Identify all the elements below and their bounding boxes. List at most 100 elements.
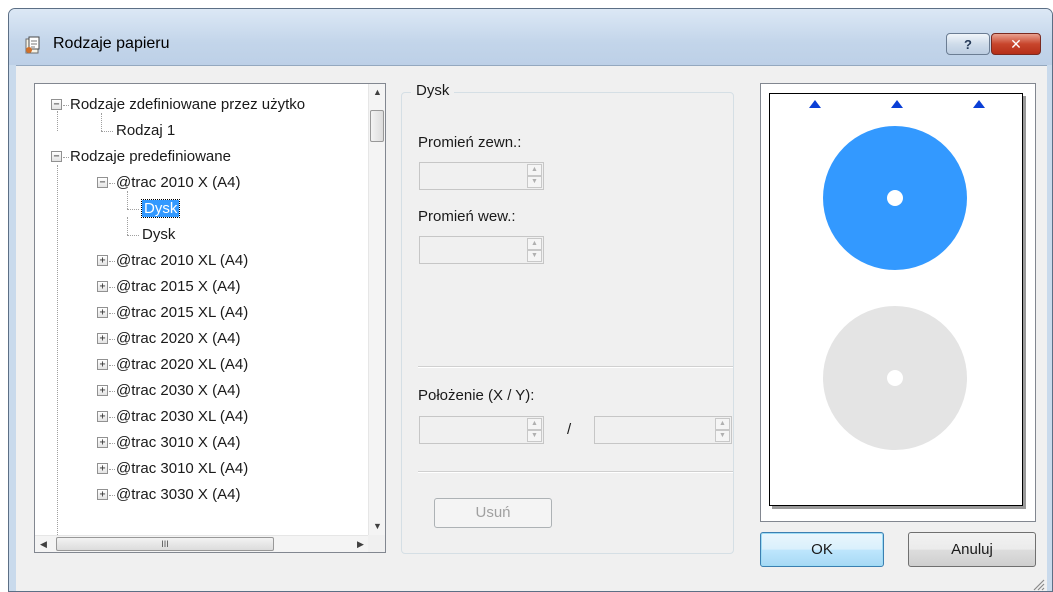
- expand-icon[interactable]: +: [97, 333, 108, 344]
- position-y-spin-buttons[interactable]: ▲ ▼: [715, 418, 730, 442]
- scrollbar-corner: [368, 535, 385, 552]
- tree-item[interactable]: Rodzaje zdefiniowane przez użytko: [70, 93, 305, 117]
- tree-item[interactable]: @trac 2020 XL (A4): [116, 353, 248, 377]
- tree-item[interactable]: @trac 3010 XL (A4): [116, 457, 248, 481]
- cancel-button[interactable]: Anuluj: [908, 532, 1036, 567]
- outer-radius-spin-buttons[interactable]: ▲ ▼: [527, 164, 542, 188]
- delete-button[interactable]: Usuń: [434, 498, 552, 528]
- tree-item[interactable]: @trac 2010 XL (A4): [116, 249, 248, 273]
- help-button[interactable]: ?: [946, 33, 990, 55]
- resize-grip-icon[interactable]: [1031, 577, 1045, 591]
- tree-connector: [127, 235, 139, 236]
- collapse-icon[interactable]: −: [51, 99, 62, 110]
- collapse-icon[interactable]: −: [97, 177, 108, 188]
- preview-drawing: [809, 100, 985, 450]
- scroll-up-icon[interactable]: ▲: [369, 84, 385, 101]
- close-button[interactable]: ✕: [991, 33, 1041, 55]
- tree-connector: [109, 469, 115, 470]
- position-y-spinner[interactable]: ▲ ▼: [594, 416, 732, 444]
- scroll-down-icon[interactable]: ▼: [369, 518, 385, 535]
- tree-item-label: @trac 2015 X (A4): [116, 278, 241, 295]
- vertical-scroll-thumb[interactable]: [370, 110, 384, 142]
- tree-connector: [63, 157, 69, 158]
- tree-vertical-scrollbar[interactable]: ▲ ▼: [368, 84, 385, 535]
- disc-inactive-hole: [887, 370, 903, 386]
- spin-down-icon[interactable]: ▼: [527, 430, 542, 442]
- tree-item-label: Rodzaj 1: [116, 122, 176, 139]
- expand-icon[interactable]: +: [97, 437, 108, 448]
- expand-icon[interactable]: +: [97, 255, 108, 266]
- inner-radius-label: Promień wew.:: [418, 208, 516, 225]
- tree-connector: [109, 417, 115, 418]
- title-bar[interactable]: Rodzaje papieru ? ✕: [9, 9, 1052, 65]
- tree-item[interactable]: @trac 2015 X (A4): [116, 275, 240, 299]
- tree-item-label: @trac 2015 XL (A4): [116, 304, 249, 321]
- tree-item-label: Rodzaje predefiniowane: [70, 148, 231, 165]
- spin-up-icon[interactable]: ▲: [527, 164, 542, 176]
- tree-item-label: @trac 2010 X (A4): [116, 174, 241, 191]
- outer-radius-spinner[interactable]: ▲ ▼: [419, 162, 544, 190]
- outer-radius-label: Promień zewn.:: [418, 134, 522, 151]
- expand-icon[interactable]: +: [97, 463, 108, 474]
- tree-guide: [57, 111, 58, 131]
- app-icon: [25, 36, 40, 54]
- scroll-right-icon[interactable]: ▶: [352, 536, 369, 552]
- tree-item[interactable]: Dysk: [140, 197, 181, 221]
- collapse-icon[interactable]: −: [51, 151, 62, 162]
- paper-type-tree[interactable]: − Rodzaje zdefiniowane przez użytko Rodzaj…: [34, 83, 386, 553]
- tree-item-label: @trac 2030 X (A4): [116, 382, 241, 399]
- paper-types-dialog: Rodzaje papieru ? ✕ − Rodzaje zdefiniowan…: [8, 8, 1053, 592]
- scroll-left-icon[interactable]: ◀: [35, 536, 52, 552]
- horizontal-scroll-thumb[interactable]: III: [56, 537, 274, 551]
- expand-icon[interactable]: +: [97, 385, 108, 396]
- marker-left-icon: [809, 100, 821, 108]
- tree-connector: [109, 313, 115, 314]
- tree-item[interactable]: @trac 3010 X (A4): [116, 431, 240, 455]
- tree-connector: [101, 131, 113, 132]
- tree-connector: [109, 261, 115, 262]
- tree-connector: [63, 105, 69, 106]
- expand-icon[interactable]: +: [97, 307, 108, 318]
- spin-up-icon[interactable]: ▲: [527, 238, 542, 250]
- separator-2: [418, 471, 733, 473]
- spin-down-icon[interactable]: ▼: [527, 176, 542, 188]
- tree-item[interactable]: @trac 2030 X (A4): [116, 379, 240, 403]
- window-title: Rodzaje papieru: [53, 35, 170, 52]
- tree-item-label: @trac 2030 XL (A4): [116, 408, 249, 425]
- expand-icon[interactable]: +: [97, 281, 108, 292]
- position-separator: /: [567, 421, 572, 438]
- position-x-spin-buttons[interactable]: ▲ ▼: [527, 418, 542, 442]
- spin-up-icon[interactable]: ▲: [527, 418, 542, 430]
- tree-item[interactable]: Dysk: [142, 223, 175, 247]
- tree-item[interactable]: Rodzaj 1: [116, 119, 175, 143]
- tree-item-label-selected: Dysk: [140, 199, 181, 218]
- inner-radius-spinner[interactable]: ▲ ▼: [419, 236, 544, 264]
- tree-horizontal-scrollbar[interactable]: ◀ III ▶: [35, 535, 369, 552]
- tree-connector: [109, 183, 115, 184]
- tree-connector: [109, 443, 115, 444]
- ok-button[interactable]: OK: [760, 532, 884, 567]
- tree-item[interactable]: @trac 2015 XL (A4): [116, 301, 248, 325]
- expand-icon[interactable]: +: [97, 411, 108, 422]
- expand-icon[interactable]: +: [97, 359, 108, 370]
- tree-connector: [127, 209, 139, 210]
- disc-active-hole: [887, 190, 903, 206]
- separator-1: [418, 366, 733, 368]
- tree-item[interactable]: @trac 3030 X (A4): [116, 483, 240, 507]
- tree-item-label: @trac 3010 X (A4): [116, 434, 241, 451]
- tree-connector: [109, 365, 115, 366]
- inner-radius-spin-buttons[interactable]: ▲ ▼: [527, 238, 542, 262]
- spin-up-icon[interactable]: ▲: [715, 418, 730, 430]
- tree-item[interactable]: Rodzaje predefiniowane: [70, 145, 231, 169]
- expand-icon[interactable]: +: [97, 489, 108, 500]
- tree-item[interactable]: @trac 2030 XL (A4): [116, 405, 248, 429]
- tree-item[interactable]: @trac 2020 X (A4): [116, 327, 240, 351]
- spin-down-icon[interactable]: ▼: [715, 430, 730, 442]
- tree-connector: [109, 495, 115, 496]
- spin-down-icon[interactable]: ▼: [527, 250, 542, 262]
- tree-item-label: @trac 3030 X (A4): [116, 486, 241, 503]
- dialog-body: − Rodzaje zdefiniowane przez użytko Rodzaj…: [16, 65, 1047, 591]
- tree-item[interactable]: @trac 2010 X (A4): [116, 171, 240, 195]
- disk-group-title: Dysk: [411, 82, 455, 99]
- position-x-spinner[interactable]: ▲ ▼: [419, 416, 544, 444]
